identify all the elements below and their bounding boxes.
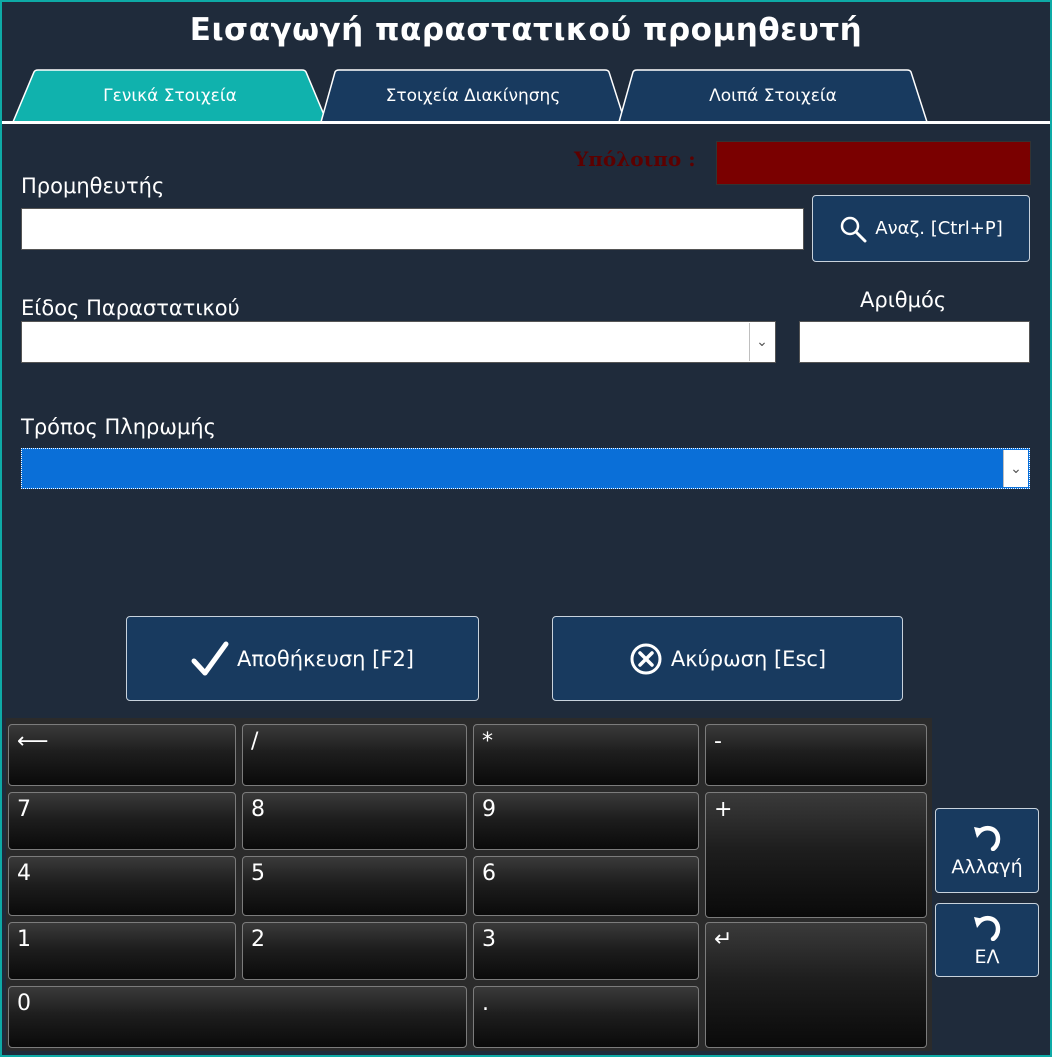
key-multiply[interactable]: * xyxy=(473,724,699,786)
search-button-label: Αναζ. [Ctrl+P] xyxy=(875,218,1003,239)
checkmark-icon xyxy=(191,640,229,678)
supplier-input[interactable] xyxy=(21,208,804,250)
language-button-label: ΕΛ xyxy=(974,945,1000,968)
tab-logistics[interactable]: Στοιχεία Διακίνησης xyxy=(320,69,626,122)
tab-other[interactable]: Λοιπά Στοιχεία xyxy=(618,69,928,122)
balance-value xyxy=(716,141,1031,185)
search-button[interactable]: Αναζ. [Ctrl+P] xyxy=(812,195,1030,262)
key-enter[interactable]: ↵ xyxy=(705,922,927,1048)
key-7[interactable]: 7 xyxy=(8,792,236,850)
save-button-label: Αποθήκευση [F2] xyxy=(236,646,414,671)
doc-type-select[interactable]: ⌄ xyxy=(21,321,776,363)
doc-type-label: Είδος Παραστατικού xyxy=(21,296,240,320)
tab-label: Γενικά Στοιχεία xyxy=(103,85,237,106)
chevron-down-icon[interactable]: ⌄ xyxy=(749,323,774,361)
key-8[interactable]: 8 xyxy=(242,792,467,850)
language-button[interactable]: ΕΛ xyxy=(935,903,1039,977)
tab-divider xyxy=(2,121,1050,124)
dialog-window: Εισαγωγή παραστατικού προμηθευτή Γενικά … xyxy=(0,0,1052,1057)
key-plus[interactable]: + xyxy=(705,792,927,918)
numeric-keypad: ⟵ / * - 7 8 9 + 4 5 6 1 2 3 ↵ 0 . xyxy=(6,718,932,1053)
payment-label: Τρόπος Πληρωμής xyxy=(21,415,216,439)
key-minus[interactable]: - xyxy=(705,724,927,786)
cancel-button-label: Ακύρωση [Esc] xyxy=(670,646,827,671)
cancel-circle-icon xyxy=(629,642,663,676)
undo-icon xyxy=(972,913,1002,946)
window-title: Εισαγωγή παραστατικού προμηθευτή xyxy=(189,12,863,48)
balance-label: Υπόλοιπο : xyxy=(574,147,696,171)
number-label: Αριθμός xyxy=(860,288,947,312)
key-9[interactable]: 9 xyxy=(473,792,699,850)
change-button[interactable]: Αλλαγή xyxy=(935,808,1039,893)
chevron-down-icon[interactable]: ⌄ xyxy=(1003,450,1028,487)
tab-label: Στοιχεία Διακίνησης xyxy=(385,85,561,106)
save-button[interactable]: Αποθήκευση [F2] xyxy=(126,616,479,701)
undo-icon xyxy=(972,823,1002,856)
bottom-strip xyxy=(2,1051,1050,1055)
cancel-button[interactable]: Ακύρωση [Esc] xyxy=(552,616,903,701)
search-icon xyxy=(839,215,867,243)
key-1[interactable]: 1 xyxy=(8,922,236,980)
key-4[interactable]: 4 xyxy=(8,856,236,916)
key-6[interactable]: 6 xyxy=(473,856,699,916)
tab-label: Λοιπά Στοιχεία xyxy=(709,85,837,106)
supplier-label: Προμηθευτής xyxy=(21,174,165,198)
key-dot[interactable]: . xyxy=(473,986,699,1048)
key-divide[interactable]: / xyxy=(242,724,467,786)
key-backspace[interactable]: ⟵ xyxy=(8,724,236,786)
key-2[interactable]: 2 xyxy=(242,922,467,980)
key-5[interactable]: 5 xyxy=(242,856,467,916)
number-input[interactable] xyxy=(799,321,1030,363)
payment-select[interactable]: ⌄ xyxy=(21,448,1030,489)
change-button-label: Αλλαγή xyxy=(951,856,1023,878)
key-0[interactable]: 0 xyxy=(8,986,467,1048)
key-3[interactable]: 3 xyxy=(473,922,699,980)
tab-general[interactable]: Γενικά Στοιχεία xyxy=(12,69,328,122)
